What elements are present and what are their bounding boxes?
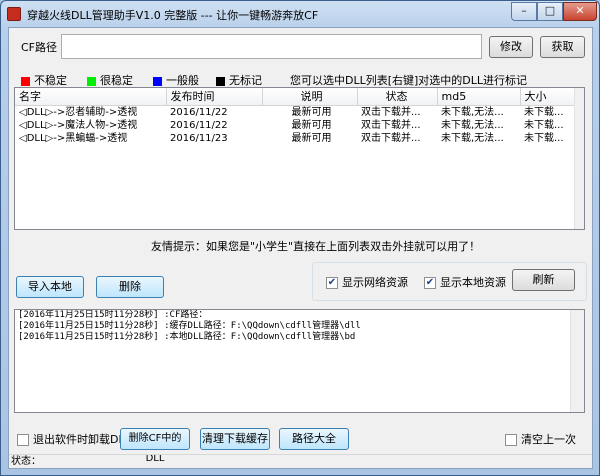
clear-cache-button[interactable]: 清理下载缓存 [200, 428, 270, 450]
legend-normal: 一般般 [153, 72, 199, 88]
cell-md5: 未下载,无法... [441, 106, 504, 118]
checkbox-unchecked-icon [17, 434, 29, 446]
cell-desc: 最新可用 [291, 119, 332, 131]
list-header: 名字 发布时间 说明 状态 md5 大小 [15, 88, 576, 106]
status-bar: 状态： [9, 454, 592, 469]
delete-button[interactable]: 删除 [96, 276, 164, 298]
import-local-button[interactable]: 导入本地 [16, 276, 84, 298]
cell-size: 未下载... [524, 106, 564, 118]
cell-size: 未下载... [524, 132, 564, 144]
tip-text: 友情提示：如果您是"小学生"直接在上面列表双击外挂就可以用了！ [151, 240, 481, 253]
window-title: 穿越火线DLL管理助手V1.0 完整版 --- 让你一键畅游奔放CF [27, 9, 319, 22]
log-line: [2016年11月25日15时11分28秒] :本地DLL路径：F:\QQdow… [18, 332, 356, 342]
cell-date: 2016/11/22 [170, 106, 228, 118]
cf-path-input[interactable] [61, 34, 482, 59]
cell-status: 双击下载并... [361, 119, 421, 131]
column-date[interactable]: 发布时间 [166, 88, 263, 106]
path-all-button[interactable]: 路径大全 [279, 428, 349, 450]
modify-button[interactable]: 修改 [489, 36, 533, 58]
close-button[interactable]: ✕ [563, 2, 597, 21]
resource-options-group: ✔ 显示网络资源 ✔ 显示本地资源 刷新 [312, 262, 587, 301]
list-row[interactable]: ◁DLL▷->忍者辅助->透视 2016/11/22 最新可用 双击下载并...… [15, 105, 575, 119]
get-button[interactable]: 获取 [540, 36, 585, 58]
list-row[interactable]: ◁DLL▷->黑蝙蝠->透视 2016/11/23 最新可用 双击下载并... … [15, 132, 575, 145]
legend-unmarked: 无标记 [216, 72, 262, 88]
cell-date: 2016/11/22 [170, 119, 228, 131]
title-bar[interactable]: 穿越火线DLL管理助手V1.0 完整版 --- 让你一键畅游奔放CF – □ ✕ [1, 1, 599, 27]
cell-desc: 最新可用 [291, 132, 332, 144]
list-row[interactable]: ◁DLL▷->魔法人物->透视 2016/11/22 最新可用 双击下载并...… [15, 119, 575, 132]
log-panel[interactable]: [2016年11月25日15时11分28秒] :CF路径： [2016年11月2… [14, 309, 585, 413]
list-scrollbar[interactable] [574, 88, 584, 229]
clear-previous-checkbox[interactable]: 清空上一次 [505, 431, 576, 447]
log-line: [2016年11月25日15时11分28秒] :缓存DLL路径：F:\QQdow… [18, 321, 361, 331]
cell-name: ◁DLL▷->魔法人物->透视 [19, 119, 138, 131]
cell-size: 未下载... [524, 119, 564, 131]
unload-on-exit-checkbox[interactable]: 退出软件时卸载DLL [17, 431, 131, 447]
legend-unstable: 不稳定 [21, 72, 67, 88]
refresh-button[interactable]: 刷新 [512, 269, 575, 291]
red-square-icon [21, 76, 30, 86]
column-desc[interactable]: 说明 [262, 88, 358, 106]
log-line: [2016年11月25日15时11分28秒] :CF路径： [18, 310, 208, 320]
checkbox-checked-icon: ✔ [424, 277, 436, 289]
checkbox-unchecked-icon [505, 434, 517, 446]
cf-path-label: CF路径 [21, 41, 58, 54]
maximize-button[interactable]: □ [537, 2, 563, 21]
app-window: 穿越火线DLL管理助手V1.0 完整版 --- 让你一键畅游奔放CF – □ ✕… [0, 0, 600, 476]
column-name[interactable]: 名字 [15, 88, 167, 106]
cell-status: 双击下载并... [361, 106, 421, 118]
cell-date: 2016/11/23 [170, 132, 228, 144]
cell-md5: 未下载,无法... [441, 119, 504, 131]
column-status[interactable]: 状态 [357, 88, 438, 106]
dll-list[interactable]: 名字 发布时间 说明 状态 md5 大小 ◁DLL▷->忍者辅助->透视 201… [14, 87, 585, 230]
log-scrollbar[interactable] [570, 310, 584, 412]
show-local-checkbox[interactable]: ✔ 显示本地资源 [424, 274, 506, 290]
cell-name: ◁DLL▷->忍者辅助->透视 [19, 106, 138, 118]
checkbox-checked-icon: ✔ [326, 277, 338, 289]
main-panel: CF路径 修改 获取 不稳定 很稳定 一般般 无标记 您可以选中DLL列表[右键… [8, 27, 593, 469]
column-size[interactable]: 大小 [520, 88, 576, 106]
legend-stable: 很稳定 [87, 72, 133, 88]
app-icon [7, 7, 21, 21]
black-square-icon [216, 76, 225, 86]
legend-hint: 您可以选中DLL列表[右键]对选中的DLL进行标记 [290, 74, 528, 87]
cell-name: ◁DLL▷->黑蝙蝠->透视 [19, 132, 128, 144]
cell-desc: 最新可用 [291, 106, 332, 118]
green-square-icon [87, 76, 96, 86]
cell-md5: 未下载,无法... [441, 132, 504, 144]
minimize-button[interactable]: – [511, 2, 537, 21]
cell-status: 双击下载并... [361, 132, 421, 144]
delete-cf-dll-button[interactable]: 删除CF中的DLL [120, 428, 190, 464]
show-network-checkbox[interactable]: ✔ 显示网络资源 [326, 274, 408, 290]
blue-square-icon [153, 76, 162, 86]
column-md5[interactable]: md5 [437, 88, 521, 106]
